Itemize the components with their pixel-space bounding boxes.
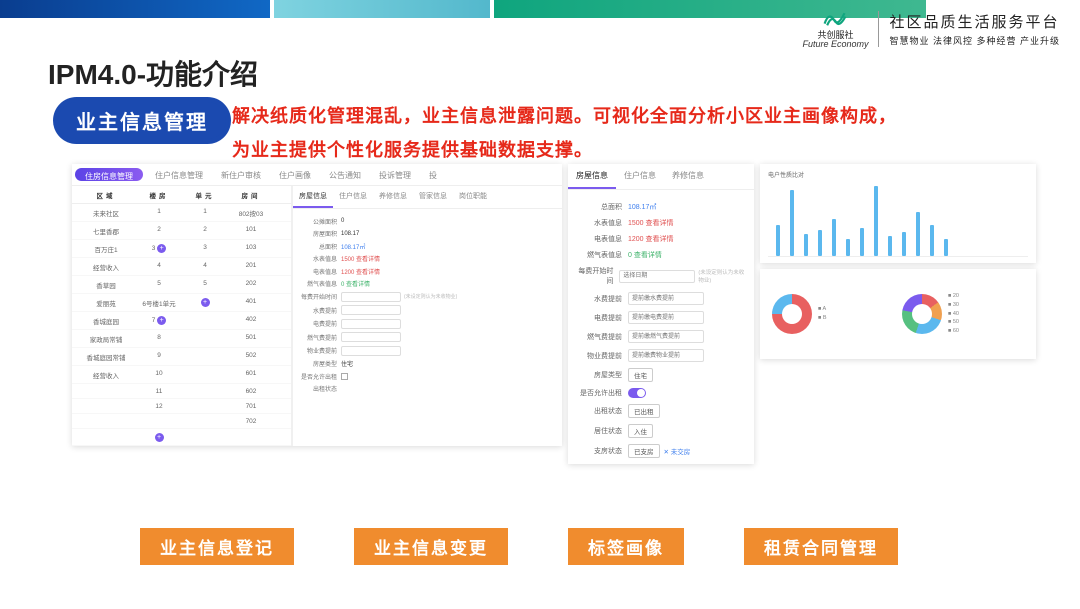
table-row[interactable]: 七里香郡22101 <box>72 222 291 240</box>
bar <box>902 232 906 256</box>
input-电费提前[interactable] <box>628 311 704 324</box>
input-物业费提前[interactable] <box>628 349 704 362</box>
tab-5[interactable]: 投诉管理 <box>370 164 420 185</box>
page-title: IPM4.0-功能介绍 <box>48 53 258 93</box>
feature-pill: 标签画像 <box>568 528 684 565</box>
donut-chart-2 <box>902 294 942 334</box>
table-row[interactable]: 702 <box>72 414 291 429</box>
tab-4[interactable]: 公告通知 <box>320 164 370 185</box>
bar <box>944 239 948 257</box>
bar <box>818 230 822 256</box>
bar <box>916 212 920 256</box>
header-brand: 共创服社 Future Economy 社区品质生活服务平台 智慧物业 法律风控… <box>802 8 1060 49</box>
input-电费提前[interactable] <box>341 319 401 329</box>
btab-1[interactable]: 住户信息 <box>616 164 664 189</box>
tab-6[interactable]: 投 <box>420 164 446 185</box>
brand-title: 社区品质生活服务平台 <box>889 11 1059 32</box>
table-row[interactable]: 爱丽苑6号楼1单元+401 <box>72 294 291 312</box>
screenshot-charts: 电户性质比对 性别比例 AB 2030405060 <box>760 164 1036 364</box>
bar <box>790 190 794 256</box>
table-row[interactable]: 12701 <box>72 399 291 414</box>
tab-2[interactable]: 新住户审核 <box>212 164 270 185</box>
table-row[interactable]: 香草园55202 <box>72 276 291 294</box>
tab-3[interactable]: 住户画像 <box>270 164 320 185</box>
input-每费开始时间[interactable] <box>341 292 401 302</box>
toggle-是否允许出租[interactable] <box>628 388 646 398</box>
checkbox-是否允许出租[interactable] <box>341 373 348 380</box>
screenshot-detail-form: 房屋信息住户信息养修信息 总面积108.17㎡水表值息1500 查看详情电表值息… <box>568 164 754 464</box>
logo-icon <box>822 8 848 28</box>
feature-pill: 业主信息登记 <box>140 528 294 565</box>
input-水费提前[interactable] <box>341 305 401 315</box>
table-row[interactable]: 11602 <box>72 384 291 399</box>
table-row[interactable]: 百万庄13 +3103 <box>72 240 291 258</box>
btab-2[interactable]: 养修信息 <box>664 164 712 189</box>
subtab-0[interactable]: 房屋信息 <box>293 186 333 208</box>
btab-0[interactable]: 房屋信息 <box>568 164 616 189</box>
bar <box>930 225 934 256</box>
bar-chart-title: 电户性质比对 <box>768 170 1028 179</box>
bar <box>874 186 878 256</box>
subtab-2[interactable]: 养修信息 <box>373 186 413 208</box>
logo-en: Future Economy <box>802 39 868 49</box>
bar <box>888 236 892 256</box>
subtab-1[interactable]: 住户信息 <box>333 186 373 208</box>
input-每费开始时间[interactable] <box>619 270 695 283</box>
input-燃气费提前[interactable] <box>341 332 401 342</box>
section-desc: 解决纸质化管理混乱，业主信息泄露问题。可视化全面分析小区业主画像构成，为业主提供… <box>232 99 952 167</box>
tab-1[interactable]: 住户信息管理 <box>146 164 212 185</box>
table-row[interactable]: 香城庭园常铺9502 <box>72 348 291 366</box>
table-row[interactable]: 未来社区11802按03 <box>72 204 291 222</box>
input-燃气费提前[interactable] <box>628 330 704 343</box>
subtab-3[interactable]: 管家信息 <box>413 186 453 208</box>
table-row[interactable]: 经营收入44201 <box>72 258 291 276</box>
feature-pill: 业主信息变更 <box>354 528 508 565</box>
table-row[interactable]: 家政局常铺8501 <box>72 330 291 348</box>
bar <box>832 219 836 256</box>
bar <box>846 239 850 257</box>
subtab-4[interactable]: 岗位职能 <box>453 186 493 208</box>
screenshot-main-table: 住房信息管理住户信息管理新住户审核住户画像公告通知投诉管理投 区域楼房单元房间未… <box>72 164 562 446</box>
input-水费提前[interactable] <box>628 292 704 305</box>
table-row[interactable]: 香城庭园7 +402 <box>72 312 291 330</box>
donut-chart-1 <box>772 294 812 334</box>
bar <box>804 234 808 256</box>
bar <box>860 228 864 256</box>
feature-pill: 租赁合同管理 <box>744 528 898 565</box>
tab-0[interactable]: 住房信息管理 <box>75 168 143 181</box>
input-物业费提前[interactable] <box>341 346 401 356</box>
bar <box>776 225 780 256</box>
section-pill: 业主信息管理 <box>55 99 229 142</box>
brand-sub: 智慧物业 法律风控 多种经营 产业升级 <box>889 34 1060 47</box>
table-row[interactable]: 经营收入10601 <box>72 366 291 384</box>
